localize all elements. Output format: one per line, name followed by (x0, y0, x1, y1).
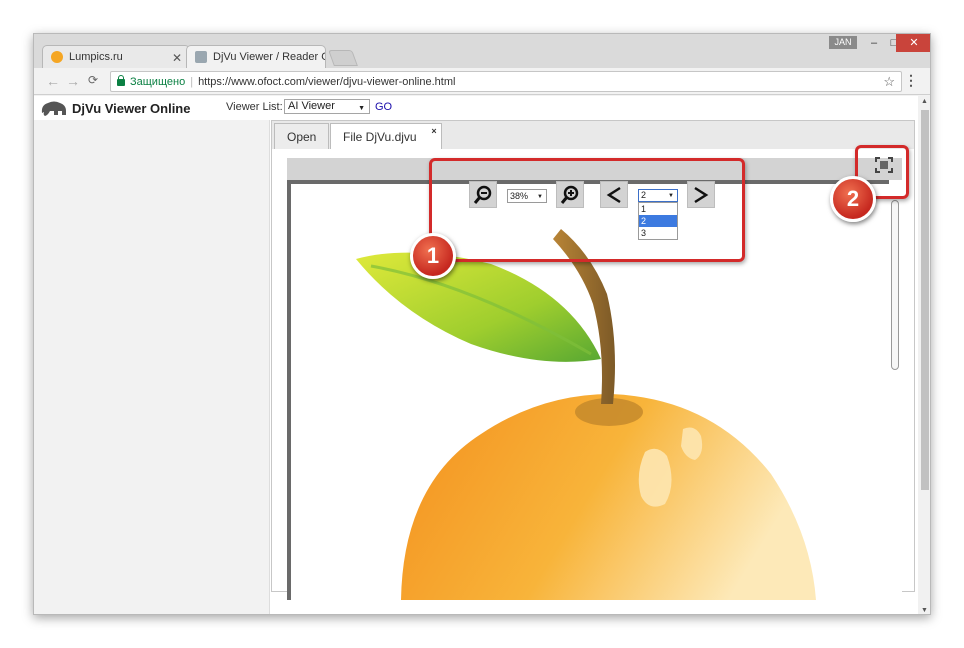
site-header: DjVu Viewer Online (40, 98, 190, 118)
browser-toolbar: ← → ⟳ Защищено | https://www.ofoct.com/v… (34, 68, 930, 95)
document-scrollbar[interactable] (889, 180, 902, 600)
tab-label: Open (287, 129, 317, 144)
browser-tab-djvu-viewer[interactable]: DjVu Viewer / Reader On (186, 45, 326, 68)
viewer-list-value: AI Viewer (288, 100, 335, 112)
page-scroll-thumb[interactable] (921, 110, 929, 490)
secure-label: Защищено (130, 75, 186, 88)
viewer-list-select[interactable]: AI Viewer ▼ (284, 99, 370, 114)
omnibox-separator: | (190, 75, 194, 88)
lumpics-favicon-icon (51, 51, 63, 63)
tab-title: Lumpics.ru (69, 51, 123, 63)
scroll-down-arrow-icon[interactable]: ▼ (921, 607, 928, 614)
reload-icon[interactable]: ⟳ (88, 73, 98, 87)
annotation-box-1 (429, 158, 745, 262)
tab-close-icon[interactable]: ✕ (172, 51, 182, 65)
back-arrow-icon[interactable]: ← (46, 73, 60, 89)
annotation-number-1: 1 (410, 233, 456, 279)
elephant-logo-icon (41, 101, 66, 116)
tab-close-icon[interactable]: × (431, 126, 436, 136)
tab-file-djvu[interactable]: File DjVu.djvu × (330, 123, 442, 150)
address-bar[interactable]: Защищено | https://www.ofoct.com/viewer/… (110, 71, 902, 92)
scroll-up-arrow-icon[interactable]: ▲ (921, 98, 928, 105)
new-tab-button[interactable] (328, 50, 358, 66)
forward-arrow-icon[interactable]: → (66, 73, 80, 89)
browser-tab-lumpics[interactable]: Lumpics.ru ✕ (42, 45, 190, 68)
browser-window: Lumpics.ru ✕ DjVu Viewer / Reader On JAN… (33, 33, 931, 615)
go-link[interactable]: GO (375, 101, 392, 113)
page-scrollbar[interactable]: ▲ ▼ (918, 96, 930, 614)
bookmark-star-icon[interactable]: ☆ (883, 74, 895, 90)
title-bar: Lumpics.ru ✕ DjVu Viewer / Reader On JAN… (34, 34, 930, 68)
browser-menu-icon[interactable]: ⋮ (904, 72, 918, 89)
lock-icon (117, 75, 125, 86)
left-sidebar-panel (34, 120, 270, 614)
url-text: https://www.ofoct.com/viewer/djvu-viewer… (198, 75, 456, 88)
tab-open[interactable]: Open (274, 123, 330, 149)
tab-title: DjVu Viewer / Reader On (213, 51, 326, 63)
viewer-list-label: Viewer List: (226, 101, 283, 113)
annotation-number-2: 2 (830, 176, 876, 222)
user-profile-badge[interactable]: JAN (829, 36, 857, 49)
window-close-button[interactable]: ✕ (896, 34, 930, 52)
site-logo-title[interactable]: DjVu Viewer Online (72, 101, 190, 116)
tab-label: File DjVu.djvu (343, 130, 417, 144)
djvu-favicon-icon (195, 51, 207, 63)
document-scroll-thumb[interactable] (891, 200, 899, 370)
dropdown-arrow-icon: ▼ (358, 105, 365, 112)
